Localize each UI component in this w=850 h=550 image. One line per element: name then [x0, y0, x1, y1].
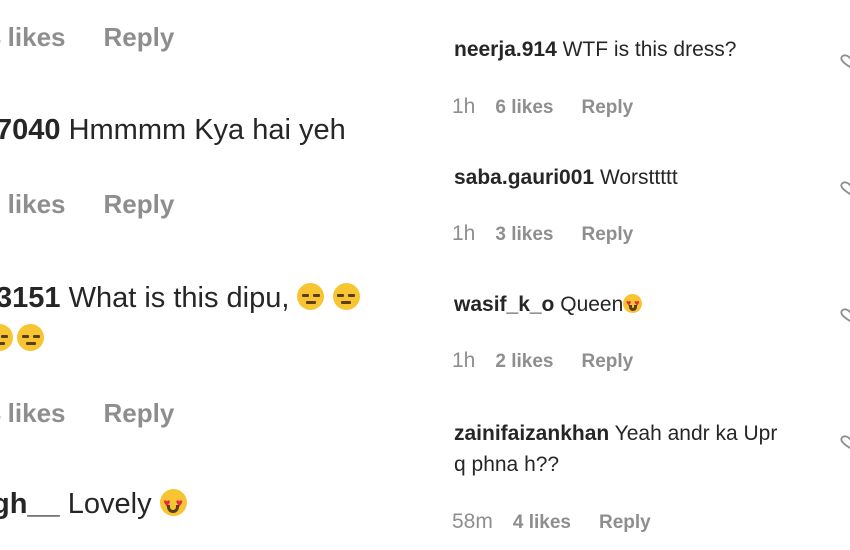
neutral-face-emoji-icon: [17, 324, 45, 351]
comment-text: WTF is this dress?: [562, 38, 737, 61]
comment-text: Queen: [560, 293, 624, 316]
comment: saba.gauri001 Worsttttt: [454, 166, 678, 190]
reply-link[interactable]: Reply: [104, 398, 175, 428]
left-comment-panel: 4 likes Reply 7040 Hmmmm Kya hai yeh 2 li…: [0, 0, 425, 550]
comment-text: Hmmmm Kya hai yeh: [68, 114, 346, 146]
comment-username[interactable]: 7040: [0, 114, 61, 146]
comment: wasif_k_o Queen ♥ ♥: [454, 293, 643, 317]
neutral-face-emoji-icon: [332, 283, 360, 310]
like-heart-icon[interactable]: [838, 308, 850, 322]
comment-username[interactable]: gh__: [0, 488, 60, 520]
comment-username[interactable]: wasif_k_o: [454, 293, 554, 316]
likes-count[interactable]: 4 likes: [513, 512, 571, 533]
likes-count[interactable]: 6 likes: [495, 97, 553, 118]
comment-meta-row: 4 likes Reply: [0, 22, 212, 53]
neutral-face-emoji-icon: [0, 324, 13, 351]
comment-meta-row: 4 likes Reply: [0, 398, 212, 429]
comment-time: 1h: [452, 222, 476, 245]
reply-link[interactable]: Reply: [581, 351, 633, 372]
comment: 7040 Hmmmm Kya hai yeh: [0, 114, 346, 147]
comment-text: Yeah andr ka Upr: [614, 422, 778, 445]
heart-eyes-emoji-icon: ♥ ♥: [159, 489, 187, 516]
like-heart-icon[interactable]: [838, 181, 850, 195]
like-heart-icon[interactable]: [838, 435, 850, 449]
likes-count[interactable]: 3 likes: [495, 224, 553, 245]
reply-link[interactable]: Reply: [581, 224, 633, 245]
likes-count[interactable]: 4 likes: [0, 398, 66, 428]
comment-meta-row: 58m 4 likes Reply: [452, 510, 679, 534]
comment-username[interactable]: 3151: [0, 282, 61, 314]
comment-text-continued: q phna h??: [454, 453, 560, 476]
comment: gh__ Lovely ♥ ♥: [0, 488, 187, 521]
comment-meta-row: 1h 2 likes Reply: [452, 349, 661, 373]
comment-meta-row: 1h 6 likes Reply: [452, 95, 661, 119]
comment-username[interactable]: zainifaizankhan: [454, 422, 609, 445]
comment-meta-row: 2 likes Reply: [0, 189, 212, 220]
likes-count[interactable]: 2 likes: [495, 351, 553, 372]
reply-link[interactable]: Reply: [599, 512, 651, 533]
like-heart-icon[interactable]: [838, 54, 850, 68]
comment: zainifaizankhan Yeah andr ka Upr: [454, 422, 777, 446]
comment-time: 1h: [452, 95, 476, 118]
comment-text: Lovely: [67, 488, 152, 520]
comment-username[interactable]: saba.gauri001: [454, 166, 594, 189]
comment-text: Worsttttt: [599, 166, 678, 189]
likes-count[interactable]: 2 likes: [0, 189, 66, 219]
comment: 3151 What is this dipu,: [0, 282, 360, 315]
heart-eyes-emoji-icon: ♥ ♥: [623, 294, 643, 313]
comment-time: 1h: [452, 349, 476, 372]
comment-time: 58m: [452, 510, 493, 533]
comment-username[interactable]: neerja.914: [454, 38, 557, 61]
reply-link[interactable]: Reply: [104, 22, 175, 52]
comment-meta-row: 1h 3 likes Reply: [452, 222, 661, 246]
comment-emoji-line: [0, 324, 45, 353]
reply-link[interactable]: Reply: [104, 189, 175, 219]
right-comment-panel: neerja.914 WTF is this dress? 1h 6 likes R…: [438, 0, 850, 550]
likes-count[interactable]: 4 likes: [0, 22, 66, 52]
reply-link[interactable]: Reply: [581, 97, 633, 118]
comment-text: What is this dipu,: [68, 282, 290, 314]
neutral-face-emoji-icon: [297, 283, 325, 310]
comment: neerja.914 WTF is this dress?: [454, 38, 736, 62]
